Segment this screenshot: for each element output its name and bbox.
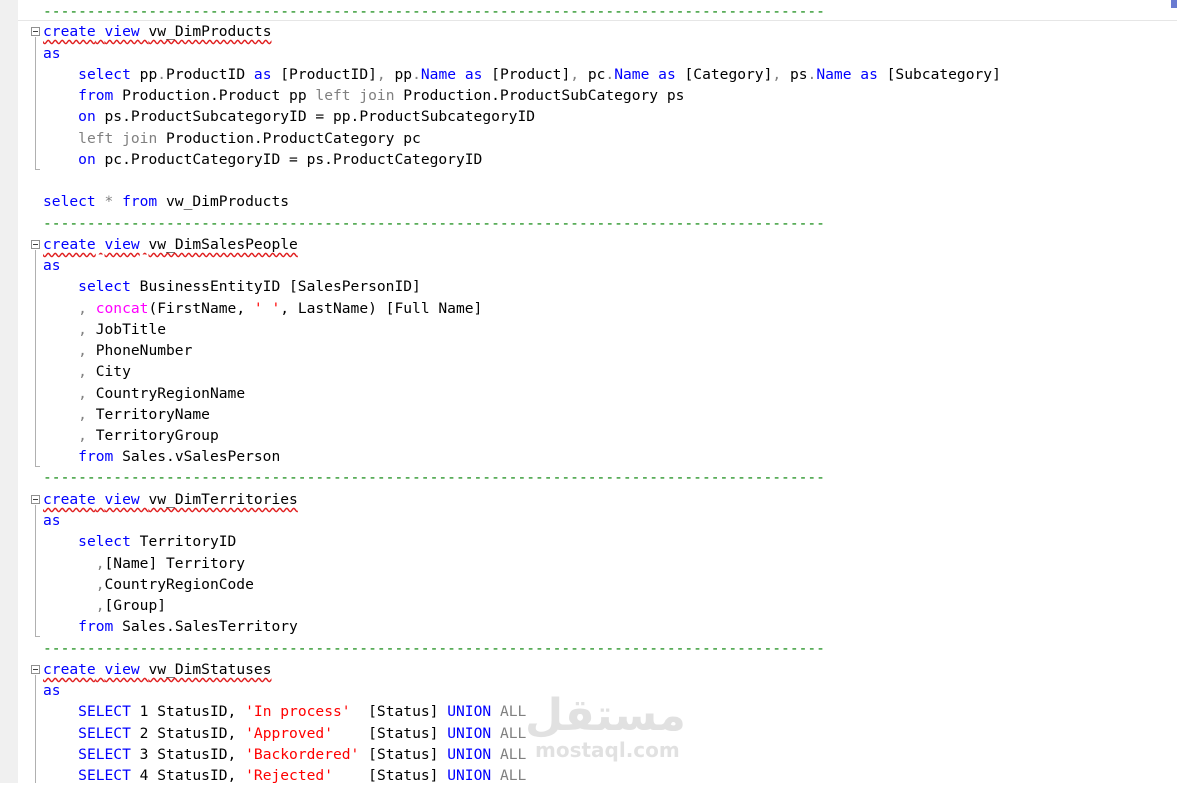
fold-guide [35, 675, 36, 783]
code-line-ter-col: ,CountryRegionCode [95, 576, 254, 593]
code-line-status-row: SELECT 3 StatusID, 'Backordered' [Status… [78, 746, 527, 763]
code-line-as: as [43, 682, 61, 699]
fold-toggle[interactable] [31, 665, 40, 674]
fold-guide [35, 250, 36, 466]
code-line-ter-from: from Sales.SalesTerritory [78, 618, 298, 635]
comment-separator: ----------------------------------------… [43, 640, 825, 657]
fold-toggle[interactable] [31, 495, 40, 504]
comment-separator: ----------------------------------------… [43, 3, 825, 20]
code-line-products-join2: left join Production.ProductCategory pc [78, 130, 421, 147]
code-line-status-row: SELECT 1 StatusID, 'In process' [Status]… [78, 703, 527, 720]
code-line-create-products: create view vw_DimProducts [43, 21, 271, 42]
code-line-sp-col: , TerritoryGroup [78, 427, 219, 444]
code-line-sp-from: from Sales.vSalesPerson [78, 448, 281, 465]
code-line-products-on2: on pc.ProductCategoryID = ps.ProductCate… [78, 151, 483, 168]
editor-gutter [0, 0, 18, 783]
code-line-create-salespeople: create view vw_DimSalesPeople [43, 236, 298, 253]
view-name: vw_DimProducts [148, 23, 272, 40]
comment-separator: ----------------------------------------… [43, 215, 825, 232]
comment-separator: ----------------------------------------… [43, 469, 825, 486]
fold-guide-end [35, 466, 40, 467]
code-line-select-all: select * from vw_DimProducts [43, 193, 290, 210]
fold-toggle[interactable] [31, 240, 40, 249]
fold-guide [35, 505, 36, 636]
fold-guide [35, 37, 36, 169]
code-line-sp-col: , CountryRegionName [78, 385, 246, 402]
code-line-ter-select: select TerritoryID [78, 533, 237, 550]
code-line-ter-col: ,[Name] Territory [95, 555, 246, 572]
fold-toggle[interactable] [31, 27, 40, 36]
code-line-as: as [43, 257, 61, 274]
code-line-sp-concat: , concat(FirstName, ' ', LastName) [Full… [78, 300, 483, 317]
code-line-sp-col: , City [78, 363, 131, 380]
fold-guide-end [35, 169, 40, 170]
sql-editor[interactable]: ----------------------------------------… [18, 0, 1177, 784]
code-line-create-territories: create view vw_DimTerritories [43, 491, 298, 508]
code-line-sp-col: , PhoneNumber [78, 342, 193, 359]
code-line-products-from: from Production.Product pp left join Pro… [78, 87, 685, 104]
code-line-products-select: select pp.ProductID as [ProductID], pp.N… [78, 66, 1001, 83]
code-line-sp-col: , TerritoryName [78, 406, 210, 423]
code-line-ter-col: ,[Group] [95, 597, 167, 614]
code-line-status-row: SELECT 2 StatusID, 'Approved' [Status] U… [78, 725, 527, 742]
code-line-products-on1: on ps.ProductSubcategoryID = pp.ProductS… [78, 108, 536, 125]
code-line-as: as [43, 512, 61, 529]
code-line-sp-col: , JobTitle [78, 321, 167, 338]
code-line-sp-select: select BusinessEntityID [SalesPersonID] [78, 278, 421, 295]
code-line-create-statuses: create view vw_DimStatuses [43, 661, 272, 678]
keyword-create: create [43, 23, 96, 40]
code-line-as: as [43, 45, 61, 62]
keyword-view: view [104, 23, 140, 40]
fold-guide-end [35, 636, 40, 637]
